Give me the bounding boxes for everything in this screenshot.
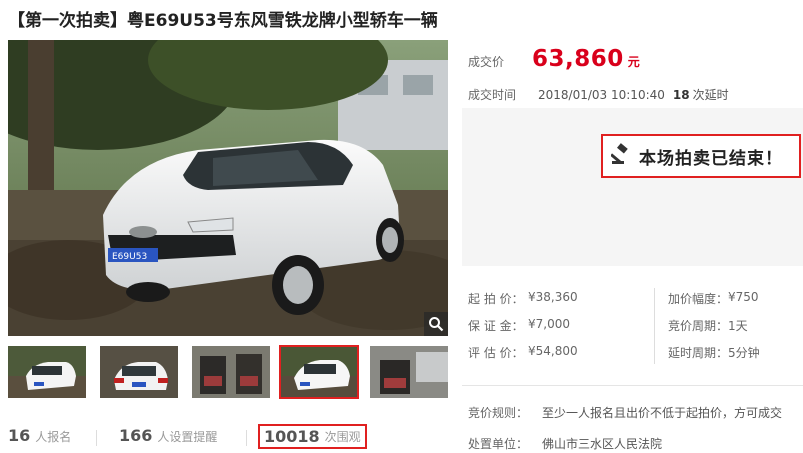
thumbnail-interior-front[interactable] [192,346,270,398]
auction-stats: 16 人报名 166 人设置提醒 10018 次围观 [8,424,448,449]
auction-title: 【第一次拍卖】粤E69U53号东风雪铁龙牌小型轿车一辆 [8,11,438,31]
divider [246,430,247,446]
bid-increment-label: 加价幅度： [668,292,729,306]
bid-cycle: 1天 [728,319,748,333]
thumbnail-strip [8,345,448,399]
bid-rule-row: 竞价规则： 至少一人报名且出价不低于起拍价，方可成交 [468,404,782,421]
divider [96,430,97,446]
detail-row: 起 拍 价： ¥38,360 加价幅度： ¥750 [462,290,803,310]
time-label: 成交时间 [468,88,517,102]
appraisal-label: 评 估 价： [468,346,524,360]
thumbnail-interior-rear[interactable] [370,346,448,398]
deposit-label: 保 证 金： [468,319,524,333]
extension-count: 18 [672,88,690,102]
main-car-photo[interactable]: E69U53 [8,40,448,336]
deal-time: 2018/01/03 10:10:40 [538,88,665,102]
detail-row: 评 估 价： ¥54,800 延时周期： 5分钟 [462,344,803,364]
deal-time-row: 成交时间 2018/01/03 10:10:40 18 次延时 [468,86,729,103]
bid-rule: 至少一人报名且出价不低于起拍价，方可成交 [542,406,783,420]
delay-cycle: 5分钟 [728,346,760,360]
disposal-org: 佛山市三水区人民法院 [542,437,663,451]
org-label: 处置单位： [468,437,529,451]
magnifier-icon[interactable] [424,312,448,336]
appraisal-price: ¥54,800 [528,344,578,358]
thumbnail-front-view[interactable] [8,346,86,398]
extension-label: 次延时 [692,88,729,102]
deposit: ¥7,000 [528,317,570,331]
price-label: 成交价 [468,55,505,69]
org-row: 处置单位： 佛山市三水区人民法院 [468,435,662,452]
thumbnail-rear-view[interactable] [100,346,178,398]
signup-count: 16 人报名 [8,426,72,445]
gavel-icon [610,143,633,169]
start-price-label: 起 拍 价： [468,292,524,306]
divider [462,385,803,386]
view-count: 10018 次围观 [258,424,367,449]
auction-ended-text: 本场拍卖已结束！ [639,148,783,169]
bid-cycle-label: 竞价周期： [668,319,729,333]
bid-rule-label: 竞价规则： [468,406,529,420]
svg-text:E69U53: E69U53 [112,252,147,262]
price-unit: 元 [627,55,640,69]
thumbnail-front-view-selected[interactable] [279,345,359,399]
auction-ended-panel: 本场拍卖已结束！ [462,108,803,266]
detail-row: 保 证 金： ¥7,000 竞价周期： 1天 [462,317,803,337]
auction-ended-notice: 本场拍卖已结束！ [601,134,801,178]
bid-increment: ¥750 [728,290,759,304]
delay-cycle-label: 延时周期： [668,346,729,360]
final-price-row: 成交价 63,860 元 [468,46,640,72]
start-price: ¥38,360 [528,290,578,304]
final-price: 63,860 [532,46,624,72]
reminder-count: 166 人设置提醒 [119,426,218,445]
